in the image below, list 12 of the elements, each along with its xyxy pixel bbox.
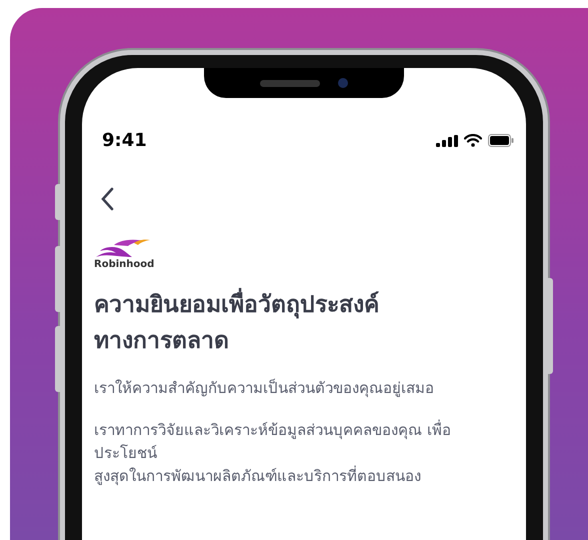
speaker-icon — [260, 80, 320, 86]
battery-icon — [488, 134, 514, 147]
camera-icon — [338, 78, 348, 88]
status-time: 9:41 — [101, 130, 147, 151]
back-icon[interactable] — [100, 187, 114, 211]
signal-icon — [436, 134, 458, 146]
body-paragraph: เราให้ความสำคัญกับความเป็นส่วนตัวของคุณอยู่เสมอ — [94, 378, 435, 400]
page-title: ความยินยอมเพื่อวัตถุประสงค์ ทางการตลาด — [94, 288, 514, 360]
brand-name: Robinhood — [94, 259, 154, 270]
body-paragraph: เราทาการวิจัยและวิเคราะห์ข้อมูลส่วนบุคคลของคุณ เพื่อ ประโยชน์ สูงสุดในการพัฒนาผลิตภัณฑ์และบริการที่ตอบสนอง — [94, 418, 452, 488]
wifi-icon — [464, 134, 482, 147]
logo-icon — [94, 237, 152, 259]
